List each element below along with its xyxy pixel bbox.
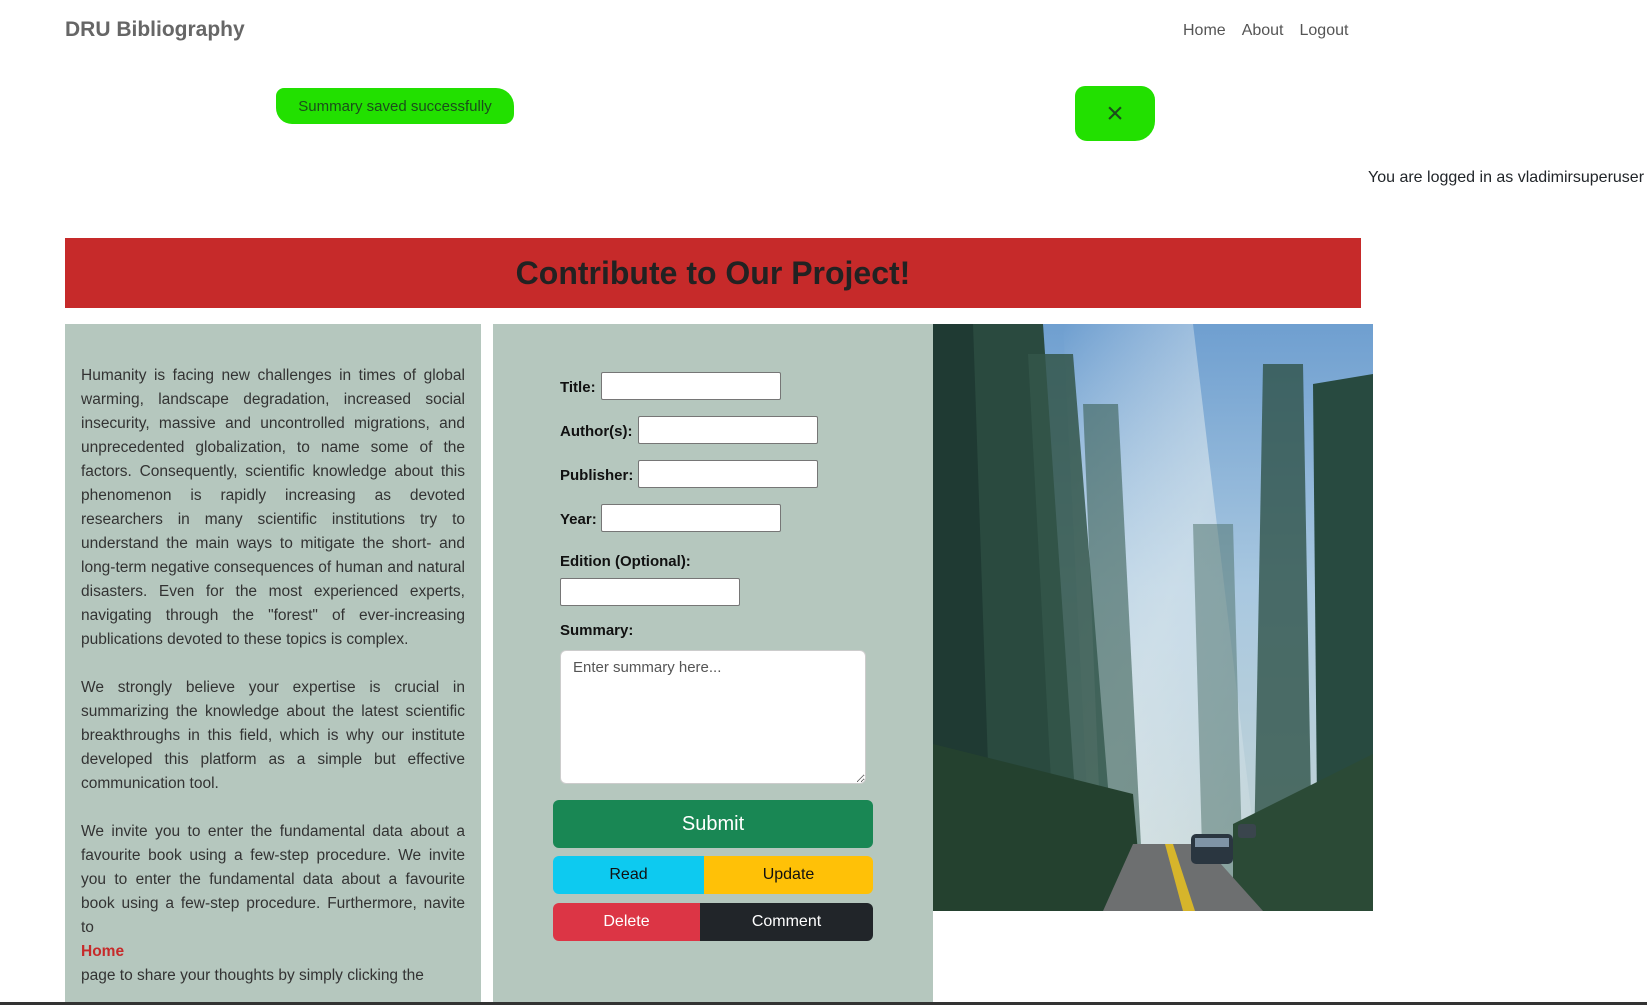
intro-paragraph-tail: page to share your thoughts by simply cl… [81,967,424,984]
authors-label: Author(s): [560,423,633,440]
summary-label: Summary: [560,622,634,639]
summary-textarea[interactable] [560,650,866,784]
publisher-label: Publisher: [560,467,634,484]
comment-button[interactable]: Comment [700,903,873,941]
read-button[interactable]: Read [553,856,704,894]
book-form-panel: Title: Author(s): Publisher: Year: Editi… [493,324,933,1005]
home-link[interactable]: Home [81,940,465,964]
top-nav: Home About Logout [1183,22,1348,40]
title-label: Title: [560,379,596,396]
intro-paragraph-3: We invite you to enter the fundamental d… [81,823,465,936]
success-alert-message: Summary saved successfully [276,88,514,124]
alert-close-icon[interactable]: × [1075,86,1155,141]
intro-text: Humanity is facing new challenges in tim… [65,324,481,988]
banner-title: Contribute to Our Project! [515,254,911,291]
intro-panel: Humanity is facing new challenges in tim… [65,324,481,1005]
submit-button[interactable]: Submit [553,800,873,848]
intro-paragraph-1: Humanity is facing new challenges in tim… [81,367,465,648]
login-status-text: You are logged in as vladimirsuperuser [1368,169,1645,186]
delete-button[interactable]: Delete [553,903,700,941]
year-label: Year: [560,511,597,528]
nav-home-link[interactable]: Home [1183,22,1226,40]
edition-label: Edition (Optional): [560,553,691,570]
intro-paragraph-2: We strongly believe your expertise is cr… [81,679,465,792]
authors-input[interactable] [638,416,818,444]
year-input[interactable] [601,504,781,532]
nav-about-link[interactable]: About [1242,22,1284,40]
publisher-input[interactable] [638,460,818,488]
title-input[interactable] [601,372,781,400]
forest-photo [933,324,1373,911]
edition-input[interactable] [560,578,740,606]
update-button[interactable]: Update [704,856,873,894]
brand-title[interactable]: DRU Bibliography [65,18,245,42]
contribute-banner: Contribute to Our Project! [65,238,1361,308]
forest-photo-illustration [933,324,1373,911]
nav-logout-link[interactable]: Logout [1300,22,1349,40]
